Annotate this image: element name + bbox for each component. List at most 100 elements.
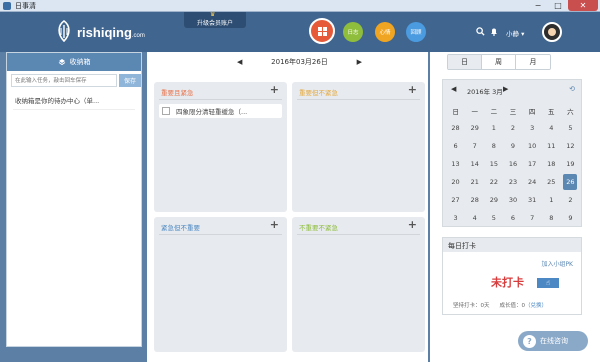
inbox-task-input[interactable] xyxy=(11,74,117,87)
calendar-day[interactable]: 6 xyxy=(503,209,522,227)
calendar-day[interactable]: 10 xyxy=(523,137,542,155)
calendar-day[interactable]: 15 xyxy=(484,155,503,173)
calendar-day[interactable]: 4 xyxy=(542,119,561,137)
calendar-day-number: 6 xyxy=(510,214,516,222)
calendar-day-number: 16 xyxy=(508,160,518,168)
calendar-day[interactable]: 11 xyxy=(542,137,561,155)
calendar-day-number: 29 xyxy=(489,196,498,204)
calendar-day[interactable]: 8 xyxy=(484,137,503,155)
online-consult-button[interactable]: ? 在线咨询 xyxy=(518,331,588,351)
inbox-item[interactable]: 收纳箱是你的待办中心（单... xyxy=(13,91,135,110)
task-checkbox[interactable] xyxy=(162,107,170,115)
window-controls: − □ ✕ xyxy=(528,0,598,11)
nav-review-button[interactable]: 回顾 xyxy=(406,22,426,42)
calendar-day[interactable]: 18 xyxy=(542,155,561,173)
calendar-day[interactable]: 19 xyxy=(561,155,580,173)
crown-icon: ♛ xyxy=(210,11,216,18)
calendar-day[interactable]: 12 xyxy=(561,137,580,155)
maximize-button[interactable]: □ xyxy=(548,0,568,11)
tab-month[interactable]: 月 xyxy=(516,55,550,69)
add-task-icon[interactable]: + xyxy=(408,83,417,96)
minimize-button[interactable]: − xyxy=(528,0,548,11)
add-task-icon[interactable]: + xyxy=(270,218,279,231)
nav-diary-button[interactable]: 日志 xyxy=(343,22,363,42)
calendar-day-number: 14 xyxy=(470,160,479,168)
add-task-icon[interactable]: + xyxy=(408,218,417,231)
calendar-day[interactable]: 1 xyxy=(484,119,503,137)
calendar-day[interactable]: 7 xyxy=(465,137,484,155)
avatar[interactable] xyxy=(542,22,562,42)
today-icon[interactable]: ⟲ xyxy=(569,85,575,93)
nav-mood-button[interactable]: 心情 xyxy=(375,22,395,42)
calendar-day-number: 10 xyxy=(527,142,537,150)
task-label: 四象限分清轻重缓急（... xyxy=(176,108,248,116)
tab-week[interactable]: 周 xyxy=(482,55,516,69)
upgrade-button[interactable]: ♛ 升级会员账户 xyxy=(184,11,246,28)
quadrant-header: 不重要不紧急 + xyxy=(297,217,420,235)
search-icon[interactable] xyxy=(476,27,485,36)
task-item[interactable]: 四象限分清轻重缓急（... xyxy=(159,104,282,118)
calendar-day[interactable]: 23 xyxy=(503,173,522,191)
calendar-day[interactable]: 26 xyxy=(561,173,580,191)
close-button[interactable]: ✕ xyxy=(568,0,598,11)
calendar-day[interactable]: 13 xyxy=(446,155,465,173)
calendar-day[interactable]: 5 xyxy=(484,209,503,227)
calendar-day[interactable]: 22 xyxy=(484,173,503,191)
current-date[interactable]: 2016年03月26日 xyxy=(271,57,328,67)
logo-text: rishiqing.com xyxy=(77,25,145,40)
calendar-month: 2016年 3月 xyxy=(467,88,503,96)
redeem-link[interactable]: （兑换） xyxy=(525,303,547,309)
join-pk-link[interactable]: 加入小组PK xyxy=(541,259,573,268)
calendar-day[interactable]: 14 xyxy=(465,155,484,173)
calendar-day-number: 26 xyxy=(563,174,578,190)
calendar-day[interactable]: 7 xyxy=(523,209,542,227)
calendar-day[interactable]: 21 xyxy=(465,173,484,191)
weekday-label: 日 xyxy=(452,107,459,116)
calendar-day[interactable]: 9 xyxy=(561,209,580,227)
quadrant-important-urgent: 重要且紧急 + 四象限分清轻重缓急（... xyxy=(154,82,287,212)
calendar-day[interactable]: 27 xyxy=(446,191,465,209)
calendar-day[interactable]: 2 xyxy=(561,191,580,209)
weekday-label: 三 xyxy=(509,107,517,116)
prev-month-icon[interactable]: ◀ xyxy=(451,85,456,93)
prev-day-icon[interactable]: ◀ xyxy=(237,58,242,66)
next-day-icon[interactable]: ▶ xyxy=(357,58,362,66)
calendar-day-number: 9 xyxy=(568,214,573,222)
calendar-day[interactable]: 28 xyxy=(465,191,484,209)
calendar-day[interactable]: 9 xyxy=(503,137,522,155)
calendar-day[interactable]: 1 xyxy=(542,191,561,209)
calendar-day-number: 8 xyxy=(549,214,554,222)
nav-home-button[interactable] xyxy=(309,18,335,44)
calendar-header: ◀ 2016年 3月 ▶ ⟲ xyxy=(443,80,581,100)
calendar-day[interactable]: 31 xyxy=(523,191,542,209)
calendar-day[interactable]: 3 xyxy=(523,119,542,137)
next-month-icon[interactable]: ▶ xyxy=(503,85,508,93)
calendar-day[interactable]: 3 xyxy=(446,209,465,227)
user-menu[interactable]: 小静 ▾ xyxy=(506,28,524,38)
calendar-day[interactable]: 5 xyxy=(561,119,580,137)
weekday-label: 四 xyxy=(528,107,536,116)
calendar-day[interactable]: 16 xyxy=(503,155,522,173)
calendar-day-number: 17 xyxy=(527,160,537,168)
calendar-day[interactable]: 24 xyxy=(523,173,542,191)
add-task-icon[interactable]: + xyxy=(270,83,279,96)
calendar-day[interactable]: 29 xyxy=(484,191,503,209)
inbox-save-button[interactable]: 保存 xyxy=(119,74,141,87)
calendar-day-number: 1 xyxy=(549,196,554,204)
calendar-day[interactable]: 4 xyxy=(465,209,484,227)
calendar-day[interactable]: 2 xyxy=(503,119,522,137)
checkin-button[interactable]: ☝ xyxy=(537,278,559,288)
calendar-day[interactable]: 28 xyxy=(446,119,465,137)
calendar-day[interactable]: 20 xyxy=(446,173,465,191)
quadrant-important-not-urgent: 重要但不紧急 + xyxy=(292,82,425,212)
calendar-day-number: 29 xyxy=(470,124,479,132)
calendar-day[interactable]: 30 xyxy=(503,191,522,209)
calendar-day[interactable]: 17 xyxy=(523,155,542,173)
tab-day[interactable]: 日 xyxy=(448,55,482,69)
calendar-day[interactable]: 8 xyxy=(542,209,561,227)
upgrade-label: 升级会员账户 xyxy=(196,20,233,27)
calendar-day[interactable]: 6 xyxy=(446,137,465,155)
calendar-day[interactable]: 29 xyxy=(465,119,484,137)
calendar-day[interactable]: 25 xyxy=(542,173,561,191)
bell-icon[interactable] xyxy=(490,27,498,36)
